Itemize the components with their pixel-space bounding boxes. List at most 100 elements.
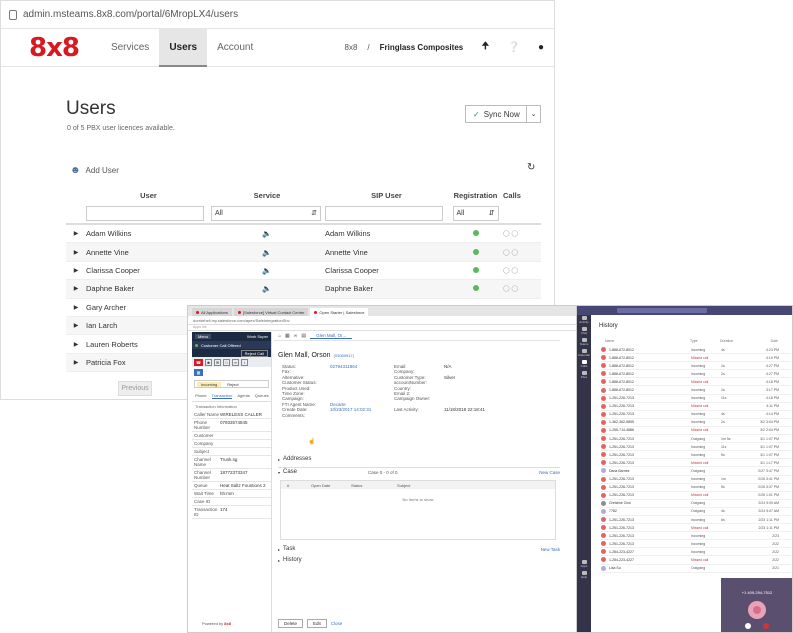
history-section[interactable]: ▸ History [278, 557, 560, 563]
header-user[interactable]: User [86, 191, 211, 203]
history-row[interactable]: 1-888-672-8012 Incoming 1s 4:27 PM [601, 362, 791, 371]
tab-queues[interactable]: Queues [255, 393, 269, 399]
decline-call-icon[interactable] [763, 623, 769, 629]
video-accept-icon[interactable] [745, 623, 751, 629]
user-icon[interactable]: ● [538, 42, 544, 53]
tab-agents[interactable]: Agents [237, 393, 249, 399]
record-tab[interactable]: Glen Mall, Or... [310, 333, 353, 339]
nav-account[interactable]: Account [207, 29, 263, 67]
history-row[interactable]: 1-251-226-7213 Missed call 2/23 1:11 PM [601, 524, 791, 533]
case-pager[interactable]: Case 0 - 0 of 0 [368, 470, 398, 475]
history-row[interactable]: 1-251-226-7213 Incoming 5s 2/26 3:37 PM [601, 484, 791, 492]
reject-small-button[interactable]: Reject [227, 382, 238, 387]
history-row[interactable]: 1-251-226-7213 Incoming 4s 4:14 PM [601, 411, 791, 419]
history-row[interactable]: 1-888-672-8012 Missed call 4:19 PM [601, 354, 791, 363]
header-calls[interactable]: Calls [503, 191, 541, 203]
history-row[interactable]: 1-251-226-7213 Missed call 3/1 1:17 PM [601, 459, 791, 468]
info-icon[interactable]: i [241, 358, 248, 366]
rail-item-activity[interactable]: Activity [577, 315, 591, 324]
calendar-icon[interactable]: ▦ [285, 333, 290, 339]
agent-status[interactable]: Work Super [247, 334, 268, 339]
dialpad-icon[interactable]: ▦ [194, 368, 203, 376]
tab-phone[interactable]: Phone [195, 393, 207, 399]
case-section[interactable]: ▾ Case Case 0 - 0 of 0 New Case [278, 467, 560, 475]
addresses-section[interactable]: ▸ Addresses [278, 456, 560, 462]
history-row[interactable]: 1-251-226-7213 Incoming 11s 4:18 PM [601, 395, 791, 403]
user-icon[interactable]: ☻ [205, 358, 212, 366]
brand-crumb[interactable]: 8x8 [345, 43, 358, 52]
table-row[interactable]: ▶ Adam Wilkins 🔈 Adam Wilkins ◯ ◯ [66, 225, 541, 244]
url-text[interactable]: admin.msteams.8x8.com/portal/6MropLX4/us… [23, 9, 238, 20]
previous-button[interactable]: Previous [118, 381, 152, 396]
edit-button[interactable]: Edit [307, 619, 327, 628]
history-row[interactable]: 1-888-672-8012 Incoming 1s 3:17 PM [601, 386, 791, 395]
close-link[interactable]: Close [331, 621, 343, 626]
history-row[interactable]: 1-251-226-7213 Incoming 2/22 [601, 540, 791, 549]
link-icon[interactable]: ∞ [232, 358, 239, 366]
new-case-link[interactable]: New Case [539, 470, 560, 475]
history-row[interactable]: 1-888-672-8012 Incoming 2s 4:27 PM [601, 370, 791, 379]
history-row[interactable]: Christine Chui Outgoing 2/24 9:09 AM [601, 500, 791, 508]
history-row[interactable]: 1-255-714-4886 Missed call 3/2 2:04 PM [601, 427, 791, 436]
chat-icon[interactable]: □ [223, 358, 230, 366]
phone-icon[interactable]: ☎ [194, 358, 203, 366]
history-row[interactable]: 1-251-226-7213 Incoming 11s 3/1 1:07 PM [601, 443, 791, 452]
header-service[interactable]: Service [211, 191, 323, 203]
delete-button[interactable]: Delete [278, 619, 304, 628]
tab-transaction[interactable]: Transaction [211, 393, 233, 399]
tab-open-starter[interactable]: Open Starter | Salesforce [310, 308, 369, 316]
history-row[interactable]: Dana Barnes Outgoing 2/27 3:47 PM [601, 467, 791, 476]
history-row[interactable]: 1-284-223-4227 Incoming 2/22 [601, 548, 791, 557]
user-name[interactable]: Adam Wilkins [86, 229, 211, 238]
new-task-link[interactable]: New Task [541, 547, 560, 552]
menu-button[interactable]: Menu [195, 334, 212, 339]
sync-now-button[interactable]: ✓ Sync Now ⌄ [465, 105, 541, 123]
rail-item-help[interactable]: Help [577, 570, 591, 579]
user-name[interactable]: Daphne Baker [86, 284, 211, 293]
history-row[interactable]: 1-251-226-7213 Outgoing 1m 5s 3/1 1:07 PM [601, 435, 791, 444]
nav-users[interactable]: Users [159, 28, 208, 67]
table-row[interactable]: ▶ Clarissa Cooper 🔈 Clarissa Cooper ◯ ◯ [66, 262, 541, 281]
history-row[interactable]: 1-284-223-4227 Missed call 2/22 [601, 556, 791, 565]
search-input[interactable] [617, 308, 707, 313]
expand-arrow-icon[interactable]: ▶ [66, 230, 86, 237]
sip-filter-input[interactable] [325, 205, 443, 221]
upload-icon[interactable]: 🠉 [481, 39, 489, 56]
history-row[interactable]: Lisa Su Outgoing 2/21 [601, 565, 791, 573]
rail-item-calls[interactable]: Calls [577, 359, 591, 368]
address-bar[interactable]: admin.msteams.8x8.com/portal/6MropLX4/us… [1, 1, 554, 29]
tab-vcc[interactable]: [Salesforce] Virtual Contact Center [233, 308, 309, 316]
history-row[interactable]: 1-888-672-8012 Missed call 4:18 PM [601, 378, 791, 387]
expand-arrow-icon[interactable]: ▶ [66, 322, 86, 329]
service-filter-select[interactable]: All ⇵ [211, 205, 321, 221]
registration-filter-select[interactable]: All ⇵ [452, 205, 499, 221]
expand-arrow-icon[interactable]: ▶ [66, 341, 86, 348]
rail-item-teams[interactable]: Teams [577, 337, 591, 346]
tab-all-apps[interactable]: All Applications [192, 308, 232, 316]
history-row[interactable]: 1-251-226-7213 Incoming 5s 3/1 1:07 PM [601, 451, 791, 460]
table-row[interactable]: ▶ Daphne Baker 🔈 Daphne Baker ◯ ◯ [66, 280, 541, 299]
history-row[interactable]: 1-251-226-7213 Missed call 2/26 1:01 PM [601, 492, 791, 500]
header-registration[interactable]: Registration [448, 191, 503, 203]
header-sip[interactable]: SIP User [323, 191, 448, 203]
user-name[interactable]: Clarissa Cooper [86, 266, 211, 275]
nav-services[interactable]: Services [101, 29, 159, 67]
history-row[interactable]: 1-251-226-7213 Incoming 1m 2/26 3:41 PM [601, 476, 791, 484]
add-user-button[interactable]: ☻ Add User [70, 165, 119, 176]
incoming-call-toast[interactable]: +1 409-294-7512 [721, 578, 792, 632]
doc-icon[interactable]: ▤ [301, 333, 306, 339]
expand-arrow-icon[interactable]: ▶ [66, 249, 86, 256]
history-row[interactable]: 1-251-226-7213 Incoming 2/23 [601, 532, 791, 541]
rail-item-calendar[interactable]: Calendar [577, 348, 591, 357]
refresh-icon[interactable]: ↻ [527, 162, 535, 173]
history-row[interactable]: 1-251-226-7213 Incoming 6s 2/23 1:11 PM [601, 516, 791, 525]
expand-arrow-icon[interactable]: ▶ [66, 304, 86, 311]
rail-item-chat[interactable]: Chat [577, 326, 591, 335]
history-row[interactable]: 1-888-672-8012 Incoming 4s 4:23 PM [601, 346, 791, 355]
expand-arrow-icon[interactable]: ▶ [66, 359, 86, 366]
record-id[interactable]: (03050917) [334, 353, 354, 358]
rail-item-files[interactable]: Files [577, 370, 591, 379]
chevron-down-icon[interactable]: ⌄ [526, 106, 540, 122]
history-row[interactable]: 1-362-362-5895 Incoming 2s 3/2 3:04 PM [601, 419, 791, 427]
crm-address-bar[interactable]: dorrsehell.my.salesforce.com/apex/SafeIn… [188, 316, 606, 325]
